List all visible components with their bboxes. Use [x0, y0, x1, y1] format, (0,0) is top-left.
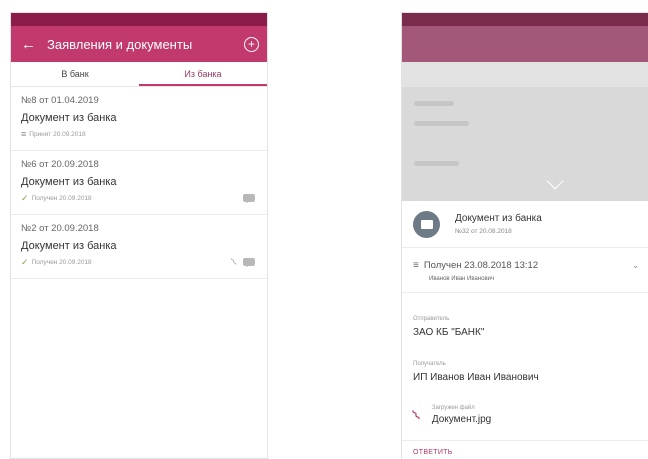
paperclip-icon: ⌇ [408, 406, 424, 424]
recipient-label: Получатель [413, 361, 446, 367]
blurred-tabs [402, 62, 648, 87]
doc-status-text: Получен 20.09.2018 [31, 259, 92, 266]
blurred-background [402, 13, 648, 201]
file-label: Загружен файл [431, 405, 475, 411]
status-bar [11, 13, 267, 26]
tab-to-bank[interactable]: В банк [11, 62, 139, 86]
doc-number: №2 от 20.09.2018 [21, 223, 99, 234]
sheet-title: Документ из банка [455, 213, 542, 224]
recipient-field: Получатель ИП Иванов Иван Иванович [402, 361, 550, 383]
received-text: Получен 23.08.2018 13:12 [423, 260, 539, 271]
doc-status: ≡ Принят 20.09.2018 [21, 129, 257, 139]
right-screen: Документ из банка №32 от 20.08.2018 ≡ По… [401, 12, 648, 459]
recipient-value: ИП Иванов Иван Иванович [413, 372, 539, 383]
add-circle-icon[interactable]: + [244, 36, 259, 52]
doc-number: №6 от 20.09.2018 [21, 159, 99, 170]
folder-icon [413, 210, 440, 238]
list-item[interactable]: №2 от 20.09.2018 Документ из банка ✓ Пол… [11, 215, 267, 279]
list-item[interactable]: №8 от 01.04.2019 Документ из банка ≡ При… [11, 87, 267, 151]
doc-icons: ⌇ [229, 257, 255, 268]
tab-from-bank[interactable]: Из банка [139, 62, 267, 86]
check-icon: ✓ [21, 193, 29, 203]
attached-file[interactable]: ⌇ Загружен файл Документ.jpg [409, 405, 492, 425]
sender-label: Отправитель [413, 316, 450, 322]
chat-icon [243, 258, 255, 267]
blurred-status-bar [402, 13, 648, 26]
divider [402, 440, 648, 441]
blurred-text [414, 161, 459, 166]
menu-icon: ≡ [413, 260, 419, 271]
doc-status: ✓ Получен 20.09.2018 [21, 193, 257, 204]
blurred-text [414, 121, 469, 126]
sender-field: Отправитель ЗАО КБ "БАНК" [402, 316, 495, 338]
left-screen: ← Заявления и документы + В банк Из банк… [10, 12, 268, 459]
chevron-down-icon[interactable]: ⌄ [632, 261, 639, 270]
doc-status: ✓ Получен 20.09.2018 [21, 257, 257, 268]
doc-status-text: Получен 20.09.2018 [31, 195, 92, 202]
list-item[interactable]: №6 от 20.09.2018 Документ из банка ✓ Пол… [11, 151, 267, 215]
doc-title: Документ из банка [21, 240, 117, 252]
blurred-app-bar [402, 26, 648, 62]
doc-number: №8 от 01.04.2019 [21, 95, 99, 106]
sheet-subtitle: №32 от 20.08.2018 [455, 228, 512, 235]
blurred-text [414, 101, 454, 106]
bottom-sheet: Документ из банка №32 от 20.08.2018 ≡ По… [402, 201, 648, 459]
tab-bar: В банк Из банка [11, 62, 267, 87]
sheet-header: Документ из банка №32 от 20.08.2018 [402, 201, 648, 248]
received-row[interactable]: ≡ Получен 23.08.2018 13:12 Иванов Иван И… [402, 248, 648, 293]
doc-icons [243, 193, 255, 203]
menu-icon: ≡ [21, 129, 27, 139]
back-arrow-icon[interactable]: ← [21, 36, 41, 53]
reply-button[interactable]: ОТВЕТИТЬ [413, 449, 453, 456]
file-name: Документ.jpg [431, 414, 492, 425]
doc-title: Документ из банка [21, 176, 117, 188]
chevron-down-icon[interactable] [546, 172, 564, 190]
app-bar: ← Заявления и документы + [11, 26, 267, 62]
doc-status-text: Принят 20.09.2018 [29, 130, 86, 138]
received-by: Иванов Иван Иванович [429, 276, 495, 282]
check-icon: ✓ [21, 257, 29, 267]
chat-icon [243, 194, 255, 203]
sender-value: ЗАО КБ "БАНК" [413, 327, 485, 338]
doc-title: Документ из банка [21, 112, 117, 124]
page-title: Заявления и документы [47, 36, 193, 52]
